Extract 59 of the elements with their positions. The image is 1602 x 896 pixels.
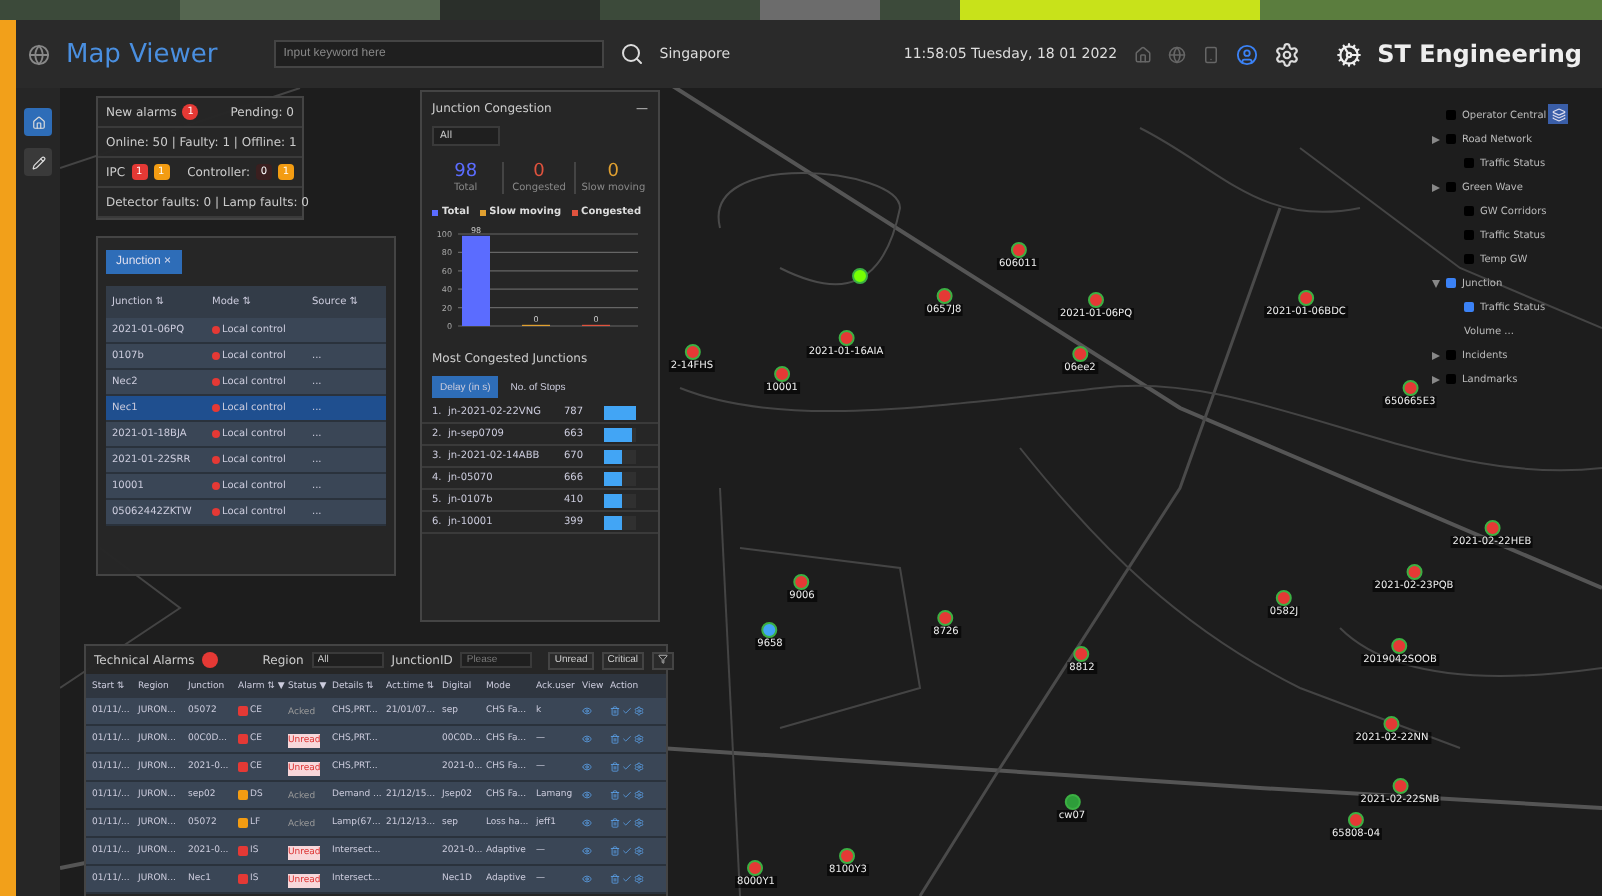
check-icon[interactable] <box>622 734 632 744</box>
caret-icon[interactable] <box>1432 135 1440 143</box>
stat-value: 0 <box>533 162 545 182</box>
filter-button[interactable] <box>652 651 675 669</box>
check-icon[interactable] <box>622 762 632 772</box>
checkbox[interactable] <box>1464 302 1474 312</box>
check-icon[interactable] <box>622 818 632 828</box>
checkbox[interactable] <box>1464 230 1474 240</box>
edit-button[interactable] <box>24 148 52 176</box>
home-icon <box>31 115 45 129</box>
delete-icon[interactable] <box>610 734 620 744</box>
check-icon[interactable] <box>622 846 632 856</box>
checkbox[interactable] <box>1446 182 1456 192</box>
brand-name: ST Engineering <box>1377 40 1582 68</box>
home-button[interactable] <box>24 108 52 136</box>
delete-icon[interactable] <box>610 762 620 772</box>
delete-icon[interactable] <box>610 818 620 828</box>
app-title: Map Viewer <box>66 39 218 69</box>
check-icon[interactable] <box>622 790 632 800</box>
home-icon[interactable] <box>1133 45 1152 63</box>
globe-icon[interactable] <box>1167 45 1186 63</box>
search-icon[interactable] <box>619 42 644 66</box>
checkbox[interactable] <box>1464 158 1474 168</box>
delete-icon[interactable] <box>610 846 620 856</box>
user-icon[interactable] <box>1235 43 1258 65</box>
stat-value: 0 <box>607 162 620 182</box>
checkbox[interactable] <box>1464 206 1474 216</box>
stat-value: 98 <box>454 162 478 182</box>
globe-icon <box>28 43 50 65</box>
view-icon[interactable] <box>582 846 592 856</box>
layers-button[interactable] <box>1548 104 1568 124</box>
checkbox[interactable] <box>1446 374 1456 384</box>
delete-icon[interactable] <box>610 874 620 884</box>
pencil-icon <box>31 155 45 169</box>
caret-icon[interactable] <box>1432 183 1440 191</box>
layers-icon <box>1551 107 1565 121</box>
view-icon[interactable] <box>582 818 592 828</box>
caret-icon[interactable] <box>1432 351 1440 359</box>
delete-icon[interactable] <box>610 790 620 800</box>
check-icon[interactable] <box>622 874 632 884</box>
caret-icon[interactable] <box>1432 279 1440 287</box>
chart-bar <box>462 235 490 326</box>
view-icon[interactable] <box>582 734 592 744</box>
checkbox[interactable] <box>1446 110 1456 120</box>
checkbox[interactable] <box>1446 350 1456 360</box>
alarm-badge <box>202 652 219 668</box>
view-icon[interactable] <box>582 790 592 800</box>
phone-icon[interactable] <box>1201 45 1220 63</box>
caret-icon[interactable] <box>1432 375 1440 383</box>
view-icon[interactable] <box>582 706 592 716</box>
logo-icon <box>1335 41 1362 67</box>
checkbox[interactable] <box>1446 134 1456 144</box>
check-icon[interactable] <box>622 706 632 716</box>
view-icon[interactable] <box>582 762 592 772</box>
filter-icon <box>658 653 669 663</box>
checkbox[interactable] <box>1464 254 1474 264</box>
checkbox[interactable] <box>1446 278 1456 288</box>
view-icon[interactable] <box>582 874 592 884</box>
delete-icon[interactable] <box>610 706 620 716</box>
